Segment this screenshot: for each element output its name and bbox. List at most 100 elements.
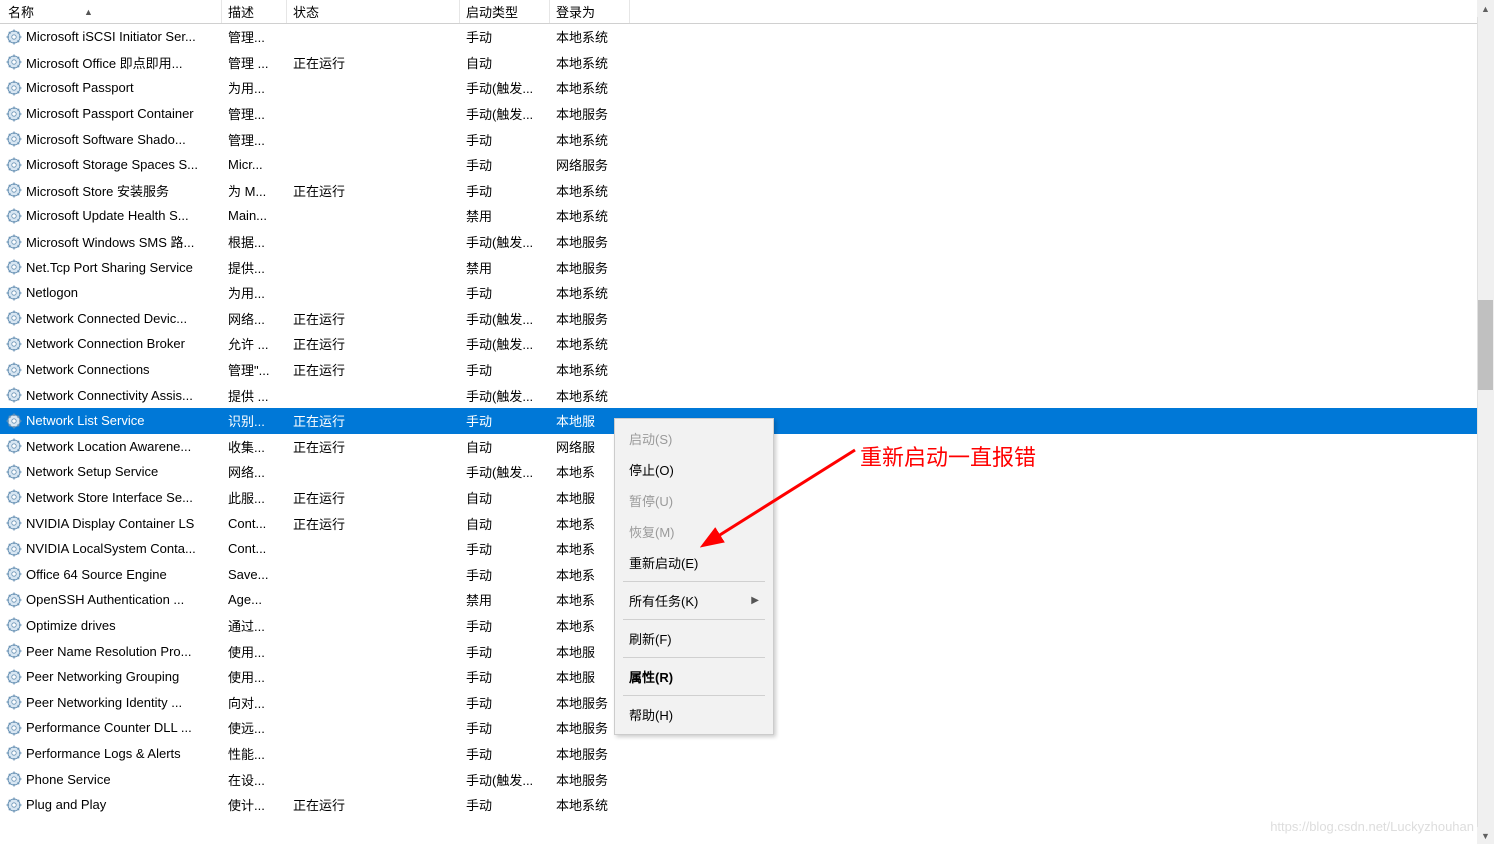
service-name-label: Network Connections xyxy=(26,362,150,377)
column-header-name[interactable]: 名称 ▲ xyxy=(0,0,222,23)
service-row[interactable]: Netlogon为用...手动本地系统 xyxy=(0,280,1494,306)
service-start-cell: 手动 xyxy=(460,565,550,584)
service-name-label: Microsoft Windows SMS 路... xyxy=(26,232,194,251)
service-login-cell: 本地系统 xyxy=(550,78,630,97)
menu-separator xyxy=(623,695,765,696)
service-start-cell: 自动 xyxy=(460,488,550,507)
service-start-cell: 手动 xyxy=(460,155,550,174)
service-start-cell: 自动 xyxy=(460,437,550,456)
service-status-cell: 正在运行 xyxy=(287,181,460,200)
service-login-cell: 本地系统 xyxy=(550,386,630,405)
service-login-cell: 本地系统 xyxy=(550,795,630,814)
scroll-up-icon[interactable]: ▲ xyxy=(1477,0,1494,17)
service-row[interactable]: Microsoft Passport Container管理...手动(触发..… xyxy=(0,101,1494,127)
column-header-status[interactable]: 状态 xyxy=(287,0,460,23)
service-row[interactable]: Phone Service在设...手动(触发...本地服务 xyxy=(0,766,1494,792)
service-login-cell: 本地系统 xyxy=(550,206,630,225)
service-desc-cell: 管理 ... xyxy=(222,53,287,72)
service-name-cell: Net.Tcp Port Sharing Service xyxy=(0,259,222,275)
column-header-start[interactable]: 启动类型 xyxy=(460,0,550,23)
menu-start: 启动(S) xyxy=(615,423,773,454)
service-name-cell: Microsoft iSCSI Initiator Ser... xyxy=(0,29,222,45)
menu-properties[interactable]: 属性(R) xyxy=(615,661,773,692)
service-name-cell: Optimize drives xyxy=(0,617,222,633)
service-row[interactable]: Microsoft Software Shado...管理...手动本地系统 xyxy=(0,126,1494,152)
gear-icon xyxy=(6,541,22,557)
service-desc-cell: 管理... xyxy=(222,130,287,149)
menu-separator xyxy=(623,657,765,658)
service-name-label: Microsoft Office 即点即用... xyxy=(26,53,183,72)
service-login-cell: 本地系统 xyxy=(550,181,630,200)
menu-help[interactable]: 帮助(H) xyxy=(615,699,773,730)
column-header-desc[interactable]: 描述 xyxy=(222,0,287,23)
service-name-label: Performance Logs & Alerts xyxy=(26,746,181,761)
gear-icon xyxy=(6,643,22,659)
service-row[interactable]: Microsoft Update Health S...Main...禁用本地系… xyxy=(0,203,1494,229)
gear-icon xyxy=(6,259,22,275)
service-name-label: Office 64 Source Engine xyxy=(26,567,167,582)
service-status-cell: 正在运行 xyxy=(287,309,460,328)
service-status-cell: 正在运行 xyxy=(287,514,460,533)
service-row[interactable]: Plug and Play使计...正在运行手动本地系统 xyxy=(0,792,1494,818)
service-name-label: Peer Networking Identity ... xyxy=(26,695,182,710)
menu-stop[interactable]: 停止(O) xyxy=(615,454,773,485)
gear-icon xyxy=(6,413,22,429)
scrollbar-track[interactable]: ▲ ▼ xyxy=(1477,0,1494,844)
menu-refresh[interactable]: 刷新(F) xyxy=(615,623,773,654)
service-name-cell: Network Location Awarene... xyxy=(0,438,222,454)
service-name-label: NVIDIA LocalSystem Conta... xyxy=(26,541,196,556)
column-header-login[interactable]: 登录为 xyxy=(550,0,630,23)
service-status-cell: 正在运行 xyxy=(287,334,460,353)
scroll-down-icon[interactable]: ▼ xyxy=(1477,827,1494,844)
service-desc-cell: 识别... xyxy=(222,411,287,430)
service-row[interactable]: Microsoft Storage Spaces S...Micr...手动网络… xyxy=(0,152,1494,178)
service-start-cell: 手动 xyxy=(460,718,550,737)
service-desc-cell: 为 M... xyxy=(222,181,287,200)
service-name-label: Network Setup Service xyxy=(26,464,158,479)
service-row[interactable]: Microsoft Passport为用...手动(触发...本地系统 xyxy=(0,75,1494,101)
gear-icon xyxy=(6,797,22,813)
service-login-cell: 本地服务 xyxy=(550,770,630,789)
menu-all-tasks-label: 所有任务(K) xyxy=(629,591,698,610)
service-row[interactable]: Network Connectivity Assis...提供 ...手动(触发… xyxy=(0,382,1494,408)
service-name-cell: Phone Service xyxy=(0,771,222,787)
service-name-label: Microsoft Storage Spaces S... xyxy=(26,157,198,172)
gear-icon xyxy=(6,669,22,685)
service-name-label: Network Connection Broker xyxy=(26,336,185,351)
service-start-cell: 手动 xyxy=(460,130,550,149)
service-start-cell: 禁用 xyxy=(460,590,550,609)
service-row[interactable]: Network Connections管理"...正在运行手动本地系统 xyxy=(0,357,1494,383)
service-row[interactable]: Network Connected Devic...网络...正在运行手动(触发… xyxy=(0,306,1494,332)
service-start-cell: 手动 xyxy=(460,642,550,661)
service-name-label: OpenSSH Authentication ... xyxy=(26,592,184,607)
service-row[interactable]: Network Connection Broker允许 ...正在运行手动(触发… xyxy=(0,331,1494,357)
service-row[interactable]: Microsoft iSCSI Initiator Ser...管理...手动本… xyxy=(0,24,1494,50)
service-row[interactable]: Performance Logs & Alerts性能...手动本地服务 xyxy=(0,741,1494,767)
service-start-cell: 自动 xyxy=(460,514,550,533)
service-start-cell: 手动 xyxy=(460,667,550,686)
service-desc-cell: 使用... xyxy=(222,642,287,661)
service-name-cell: Plug and Play xyxy=(0,797,222,813)
gear-icon xyxy=(6,80,22,96)
gear-icon xyxy=(6,745,22,761)
service-name-label: Optimize drives xyxy=(26,618,116,633)
menu-all-tasks[interactable]: 所有任务(K) ▶ xyxy=(615,585,773,616)
service-start-cell: 手动 xyxy=(460,411,550,430)
service-row[interactable]: Net.Tcp Port Sharing Service提供...禁用本地服务 xyxy=(0,254,1494,280)
service-row[interactable]: Microsoft Windows SMS 路...根据...手动(触发...本… xyxy=(0,229,1494,255)
service-name-cell: Office 64 Source Engine xyxy=(0,566,222,582)
service-start-cell: 手动 xyxy=(460,744,550,763)
service-name-label: Microsoft Store 安装服务 xyxy=(26,181,169,200)
service-name-label: NVIDIA Display Container LS xyxy=(26,516,194,531)
service-login-cell: 本地系统 xyxy=(550,334,630,353)
service-row[interactable]: Microsoft Office 即点即用...管理 ...正在运行自动本地系统 xyxy=(0,50,1494,76)
gear-icon xyxy=(6,131,22,147)
service-desc-cell: Cont... xyxy=(222,516,287,531)
scrollbar-thumb[interactable] xyxy=(1478,300,1493,390)
service-row[interactable]: Microsoft Store 安装服务为 M...正在运行手动本地系统 xyxy=(0,178,1494,204)
menu-pause: 暂停(U) xyxy=(615,485,773,516)
service-start-cell: 手动(触发... xyxy=(460,334,550,353)
gear-icon xyxy=(6,310,22,326)
service-name-cell: Peer Name Resolution Pro... xyxy=(0,643,222,659)
menu-restart[interactable]: 重新启动(E) xyxy=(615,547,773,578)
